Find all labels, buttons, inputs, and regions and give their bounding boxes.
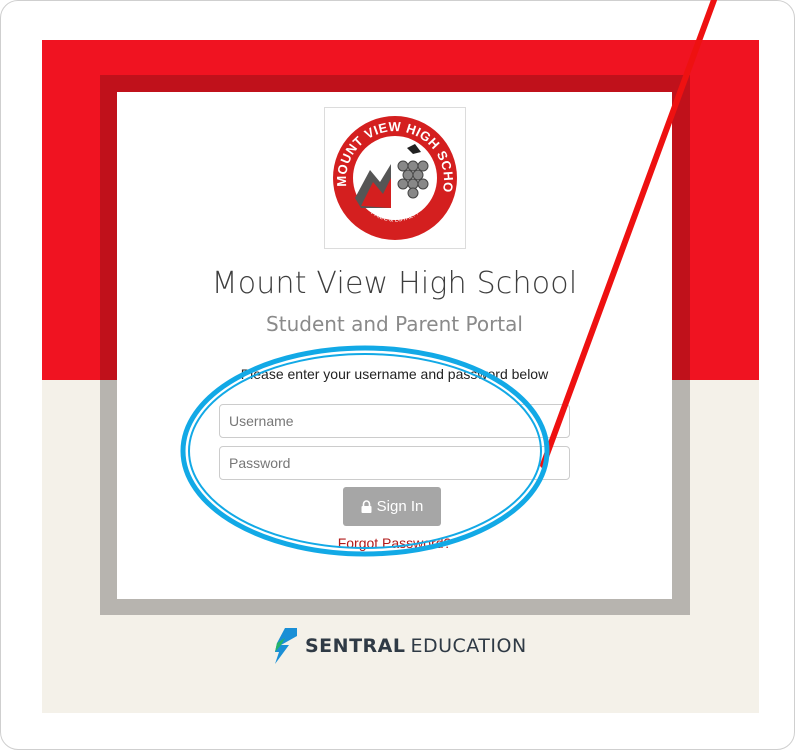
school-logo: MOUNT VIEW HIGH SCHOOL PRIDE & LOYALTY [324, 107, 466, 249]
sign-in-label: Sign In [376, 498, 424, 515]
sentral-education-logo: SENTRAL EDUCATION [275, 628, 527, 664]
username-input[interactable] [219, 404, 570, 438]
portal-subtitle: Student and Parent Portal [266, 312, 523, 336]
school-name-heading: Mount View High School [211, 266, 578, 301]
brand-bold-text: SENTRAL [305, 635, 406, 657]
login-instructions: Please enter your username and password … [240, 366, 549, 382]
forgot-password-link[interactable]: Forgot Password? [117, 535, 672, 551]
brand-light-text: EDUCATION [410, 635, 527, 657]
password-input[interactable] [219, 446, 570, 480]
sentral-logo-icon [275, 628, 297, 664]
school-crest-icon: MOUNT VIEW HIGH SCHOOL PRIDE & LOYALTY [325, 108, 457, 240]
sign-in-button[interactable]: Sign In [343, 487, 441, 526]
lock-icon [361, 500, 372, 513]
